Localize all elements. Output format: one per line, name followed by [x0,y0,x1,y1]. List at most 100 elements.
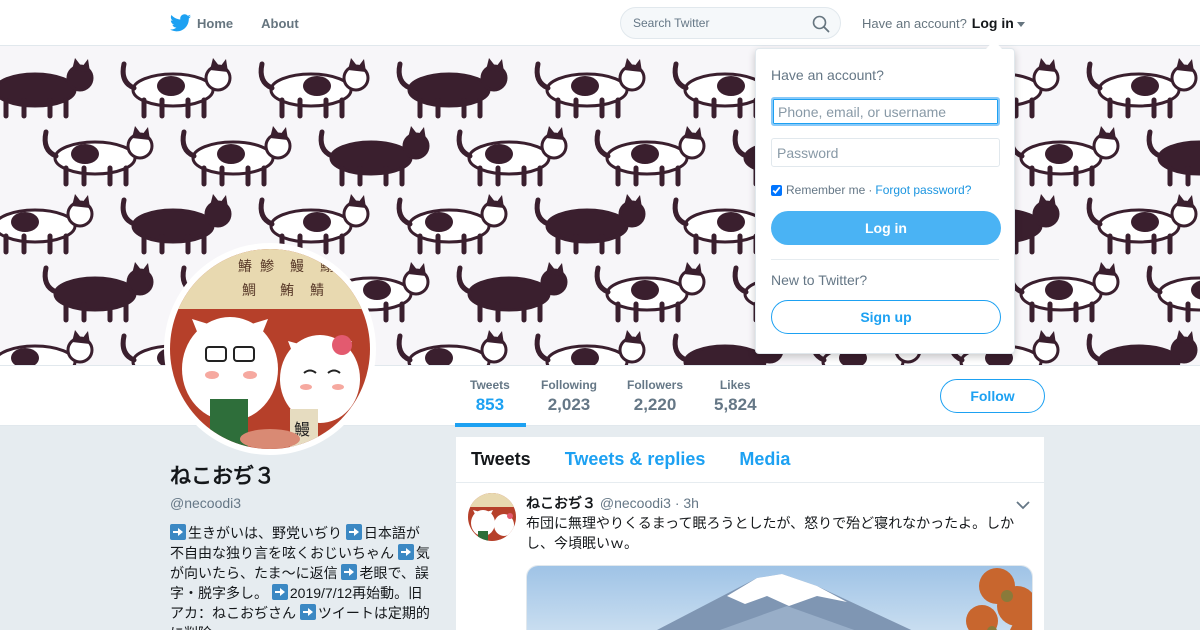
cat-silhouette [1146,129,1200,187]
caret-down-icon [1016,21,1025,27]
forgot-password-link[interactable]: Forgot password? [875,183,971,197]
right-arrow-icon [299,604,316,620]
stat-tweets[interactable]: Tweets 853 [455,378,526,427]
stat-value: 853 [475,395,505,414]
home-link[interactable]: Home [170,14,233,32]
profile-handle: @necoodi3 [170,495,242,511]
about-label: About [261,15,299,31]
username-input[interactable] [771,97,1000,126]
cat-silhouette [534,194,646,255]
cat-silhouette [258,58,370,119]
cat-silhouette [1008,126,1120,187]
tweet-author-name[interactable]: ねこおぢ３ [526,495,596,511]
stat-label: Likes [719,378,751,392]
password-input[interactable] [771,138,1000,167]
stat-label: Followers [627,378,684,392]
svg-text:鰻: 鰻 [290,259,304,275]
cat-silhouette [0,194,94,255]
mount-fuji-photo [527,566,1032,630]
about-link[interactable]: About [261,16,299,31]
tab-media[interactable]: Media [739,449,790,470]
login-dropdown: Have an account? Remember me · Forgot pa… [755,40,1015,354]
tweet-header: ねこおぢ３ @necoodi3 · 3h [526,493,1032,511]
svg-text:鮪: 鮪 [280,283,294,299]
tweet-media-image[interactable] [526,565,1033,630]
stat-value: 2,220 [633,395,677,414]
profile-avatar[interactable]: 鰆鯵鰻鰯 鯛鮪鯖 鰻 [164,243,376,455]
login-toggle-label: Log in [971,15,1014,31]
profile-bio: 生きがいは、野党いぢり 日本語が不自由な独り言を呟くおじいちゃん 気が向いたら、… [170,523,430,630]
stat-likes[interactable]: Likes 5,824 [714,378,757,415]
right-arrow-icon [341,564,358,580]
cat-silhouette [396,194,508,255]
maneki-neko-avatar-icon: 鰆鯵鰻鰯 鯛鮪鯖 鰻 [170,249,370,449]
right-arrow-icon [271,584,288,600]
stat-followers[interactable]: Followers 2,220 [627,378,683,415]
bio-part: 生きがいは、野党いぢり [188,525,346,541]
cat-silhouette [534,58,646,119]
nav-links: Home About [170,0,327,46]
stat-label: Tweets [470,378,510,392]
cat-silhouette [1086,330,1198,365]
twitter-bird-icon [170,14,191,32]
signup-button[interactable]: Sign up [771,300,1001,334]
remember-me-label[interactable]: Remember me [786,183,865,197]
cat-silhouette [1146,265,1200,323]
have-account-text: Have an account? [862,15,967,31]
cat-silhouette [594,262,706,323]
login-dropdown-toggle[interactable]: Log in [972,15,1025,31]
top-navigation-bar: Home About Have an account? Log in [0,0,1200,46]
cat-silhouette [0,58,94,119]
home-label: Home [197,15,234,31]
tweet-item[interactable]: ねこおぢ３ @necoodi3 · 3h 布団に無理やりくるまって眠ろうとしたが… [456,483,1044,630]
tweet-timestamp[interactable]: · 3h [675,495,699,511]
login-dropdown-title: Have an account? [771,67,884,83]
cat-silhouette [42,262,154,323]
timeline-tabs: Tweets Tweets & replies Media [456,437,1044,483]
new-to-twitter-text: New to Twitter? [771,272,868,288]
chevron-down-icon[interactable] [1016,497,1030,515]
cat-silhouette [120,58,232,119]
maneki-neko-avatar-icon [468,493,516,541]
cat-silhouette [396,330,508,365]
cat-silhouette [456,126,568,187]
cat-silhouette [1086,194,1198,255]
login-button[interactable]: Log in [771,211,1001,245]
cat-silhouette [180,126,292,187]
forgot-separator: · [868,183,873,197]
tab-tweets-and-replies[interactable]: Tweets & replies [565,449,706,470]
stat-value: 5,824 [714,395,757,414]
profile-card: ねこおぢ３ @necoodi3 生きがいは、野党いぢり 日本語が不自由な独り言を… [170,460,430,630]
tweet-author-handle[interactable]: @necoodi3 [600,495,671,511]
cat-silhouette [594,126,706,187]
cat-silhouette [42,126,154,187]
stat-value: 2,023 [547,395,591,414]
search-box [620,7,841,39]
stat-following[interactable]: Following 2,023 [541,378,597,415]
svg-text:鯖: 鯖 [310,283,324,299]
tweet-avatar[interactable] [468,493,516,541]
stat-label: Following [541,378,597,392]
svg-text:鰆: 鰆 [238,259,252,275]
right-arrow-icon [345,524,362,540]
svg-text:鯛: 鯛 [242,283,256,299]
cat-silhouette [534,330,646,365]
search-input[interactable] [633,16,803,30]
remember-me-checkbox[interactable] [771,184,782,196]
cat-silhouette [396,58,508,119]
follow-button[interactable]: Follow [940,379,1045,413]
profile-name: ねこおぢ３ [170,465,275,488]
cat-silhouette [1086,58,1198,119]
cat-silhouette [318,126,430,187]
cat-silhouette [1008,262,1120,323]
right-arrow-icon [397,544,414,560]
right-arrow-icon [170,524,186,540]
svg-text:鯵: 鯵 [260,259,274,275]
cat-silhouette [0,330,94,365]
timeline: Tweets Tweets & replies Media ねこおぢ３ @nec… [456,437,1044,630]
search-icon[interactable] [812,15,830,38]
cat-silhouette [120,194,232,255]
divider [771,259,999,260]
tab-tweets[interactable]: Tweets [471,449,531,470]
tweet-text: 布団に無理やりくるまって眠ろうとしたが、怒りで殆ど寝れなかったよ。しかし、今頃眠… [526,515,1015,551]
